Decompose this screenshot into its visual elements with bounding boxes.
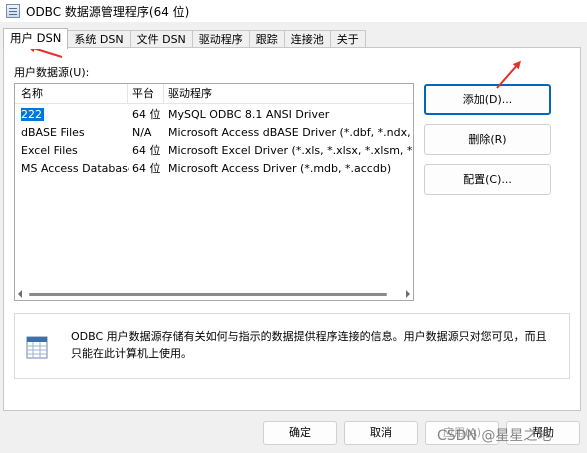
configure-button[interactable]: 配置(C)... bbox=[424, 164, 551, 195]
list-row[interactable]: dBASE Files N/A Microsoft Access dBASE D… bbox=[15, 124, 413, 142]
dsn-name: MS Access Database bbox=[21, 162, 129, 175]
dsn-name: Excel Files bbox=[21, 144, 78, 157]
dsn-platform: 64 位 bbox=[132, 162, 161, 175]
scroll-right-icon[interactable] bbox=[406, 290, 410, 298]
dsn-driver: Microsoft Access dBASE Driver (*.dbf, *.… bbox=[168, 126, 413, 139]
title-bar: ODBC 数据源管理程序(64 位) bbox=[0, 0, 587, 22]
column-header-driver[interactable]: 驱动程序 bbox=[168, 84, 413, 104]
window-title: ODBC 数据源管理程序(64 位) bbox=[26, 4, 190, 19]
user-data-sources-label: 用户数据源(U): bbox=[14, 66, 90, 79]
dsn-driver: Microsoft Excel Driver (*.xls, *.xlsx, *… bbox=[168, 144, 413, 157]
horizontal-scrollbar[interactable] bbox=[14, 288, 414, 300]
data-source-list[interactable]: 名称 平台 驱动程序 222 64 位 MySQL ODBC 8.1 ANSI … bbox=[14, 83, 414, 301]
dsn-name: 222 bbox=[21, 108, 44, 121]
column-header-platform[interactable]: 平台 bbox=[132, 84, 162, 104]
dsn-driver: MySQL ODBC 8.1 ANSI Driver bbox=[168, 108, 330, 121]
scrollbar-thumb[interactable] bbox=[29, 293, 387, 296]
column-divider[interactable] bbox=[413, 84, 414, 104]
scroll-left-icon[interactable] bbox=[18, 290, 22, 298]
odbc-app-icon bbox=[6, 4, 20, 18]
tab-user-dsn[interactable]: 用户 DSN bbox=[3, 28, 69, 49]
tab-strip: 用户 DSN 系统 DSN 文件 DSN 驱动程序 跟踪 连接池 关于 bbox=[3, 28, 366, 49]
dsn-platform: 64 位 bbox=[132, 144, 161, 157]
list-row[interactable]: MS Access Database 64 位 Microsoft Access… bbox=[15, 160, 413, 178]
dsn-platform: N/A bbox=[132, 126, 152, 139]
watermark: CSDN @星星之地 bbox=[437, 428, 552, 444]
dsn-name: dBASE Files bbox=[21, 126, 85, 139]
info-box: ODBC 用户数据源存储有关如何与指示的数据提供程序连接的信息。用户数据源只对您… bbox=[14, 313, 570, 379]
ok-button[interactable]: 确定 bbox=[263, 421, 337, 445]
list-row[interactable]: Excel Files 64 位 Microsoft Excel Driver … bbox=[15, 142, 413, 160]
column-divider[interactable] bbox=[163, 84, 164, 104]
column-header-name[interactable]: 名称 bbox=[21, 84, 129, 104]
dsn-driver: Microsoft Access Driver (*.mdb, *.accdb) bbox=[168, 162, 392, 175]
list-row[interactable]: 222 64 位 MySQL ODBC 8.1 ANSI Driver bbox=[15, 106, 413, 124]
column-divider[interactable] bbox=[127, 84, 128, 104]
data-table-icon bbox=[26, 336, 48, 359]
remove-button[interactable]: 删除(R) bbox=[424, 124, 551, 155]
cancel-button[interactable]: 取消 bbox=[344, 421, 418, 445]
dsn-platform: 64 位 bbox=[132, 108, 161, 121]
add-button[interactable]: 添加(D)... bbox=[424, 84, 551, 115]
list-header: 名称 平台 驱动程序 bbox=[15, 84, 413, 104]
info-description: ODBC 用户数据源存储有关如何与指示的数据提供程序连接的信息。用户数据源只对您… bbox=[71, 330, 547, 360]
